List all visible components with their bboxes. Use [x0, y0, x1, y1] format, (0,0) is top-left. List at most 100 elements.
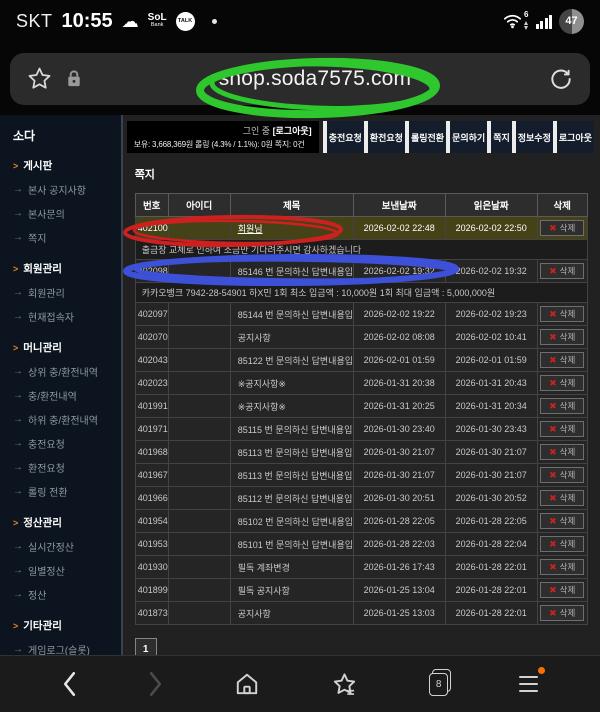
- tabs-icon[interactable]: 8: [429, 673, 448, 696]
- message-title-link[interactable]: 회원님: [238, 224, 263, 234]
- bookmark-star-icon[interactable]: [26, 65, 53, 92]
- delete-label: 삭제: [560, 354, 576, 366]
- delete-x-icon: ✖: [549, 609, 557, 618]
- delete-button[interactable]: ✖삭제: [540, 421, 584, 437]
- sidebar-item[interactable]: →현재접속자: [13, 309, 117, 324]
- header-button-충전요청[interactable]: 충전요청: [327, 121, 364, 153]
- delete-x-icon: ✖: [549, 402, 557, 411]
- header-button-로그아웃[interactable]: 로그아웃: [557, 121, 594, 153]
- carrier-label: SKT: [16, 11, 53, 32]
- cell-userid: [168, 372, 230, 395]
- lock-icon[interactable]: [66, 69, 82, 88]
- delete-button[interactable]: ✖삭제: [540, 490, 584, 506]
- url-text[interactable]: shop.soda7575.com: [82, 67, 548, 91]
- sidebar-section-title[interactable]: >머니관리: [13, 340, 117, 355]
- sidebar-item-label: 본사 공지사항: [28, 182, 86, 197]
- delete-button[interactable]: ✖삭제: [540, 352, 584, 368]
- sidebar-section: >정산관리 →실시간정산 →일별정산 →정산: [13, 515, 117, 602]
- delete-button[interactable]: ✖삭제: [540, 444, 584, 460]
- browser-bottom-nav: 8: [0, 655, 600, 712]
- sidebar-item[interactable]: →쪽지: [13, 230, 117, 245]
- sidebar-item[interactable]: →실시간정산: [13, 539, 117, 554]
- sidebar-item[interactable]: →상위 충/환전내역: [13, 364, 117, 379]
- message-row: 401930필독 계좌변경2026-01-26 17:432026-01-28 …: [135, 556, 587, 579]
- sidebar-item[interactable]: →회원관리: [13, 285, 117, 300]
- cell-read-date: 2026-01-30 21:07: [445, 464, 537, 487]
- message-row: 40197185115 번 문의하신 답변내용입니다.2026-01-30 23…: [135, 418, 587, 441]
- delete-button[interactable]: ✖삭제: [540, 220, 584, 236]
- sidebar-item[interactable]: →충/환전내역: [13, 388, 117, 403]
- header-button-쪽지[interactable]: 쪽지: [491, 121, 512, 153]
- delete-button[interactable]: ✖삭제: [540, 605, 584, 621]
- forward-icon[interactable]: [148, 671, 163, 697]
- home-icon[interactable]: [234, 671, 260, 697]
- message-row: 402100회원님2026-02-02 22:482026-02-02 22:5…: [135, 217, 587, 240]
- delete-button[interactable]: ✖삭제: [540, 513, 584, 529]
- delete-button[interactable]: ✖삭제: [540, 467, 584, 483]
- sidebar-item[interactable]: →충전요청: [13, 436, 117, 451]
- delete-x-icon: ✖: [549, 310, 557, 319]
- cell-delete: ✖삭제: [537, 260, 587, 283]
- sidebar-item[interactable]: →일별정산: [13, 563, 117, 578]
- sidebar-section-title[interactable]: >정산관리: [13, 515, 117, 530]
- header-button-문의하기[interactable]: 문의하기: [450, 121, 487, 153]
- user-info-box: 그인 중 [로그아웃] 보유: 3,668,369원 롤링 (4.3% / 1.…: [127, 121, 319, 153]
- cell-delete: ✖삭제: [537, 395, 587, 418]
- delete-label: 삭제: [560, 492, 576, 504]
- sidebar-item[interactable]: →본사 공지사항: [13, 182, 117, 197]
- delete-button[interactable]: ✖삭제: [540, 329, 584, 345]
- cell-userid: [168, 602, 230, 625]
- sidebar-section-label: 머니관리: [23, 340, 62, 355]
- sidebar-item[interactable]: →정산: [13, 587, 117, 602]
- sidebar-item-label: 정산: [28, 587, 46, 602]
- delete-button[interactable]: ✖삭제: [540, 263, 584, 279]
- cell-userid: [168, 349, 230, 372]
- delete-button[interactable]: ✖삭제: [540, 536, 584, 552]
- message-row: 40209885146 번 문의하신 답변내용입니다.2026-02-02 19…: [135, 260, 587, 283]
- delete-x-icon: ✖: [549, 586, 557, 595]
- cell-read-date: 2026-01-28 22:04: [445, 533, 537, 556]
- sidebar-section-title[interactable]: >회원관리: [13, 261, 117, 276]
- cell-title: 필독 계좌변경: [230, 556, 353, 579]
- delete-x-icon: ✖: [549, 267, 557, 276]
- cell-sent-date: 2026-02-02 08:08: [353, 326, 445, 349]
- delete-button[interactable]: ✖삭제: [540, 306, 584, 322]
- menu-icon[interactable]: [519, 676, 538, 692]
- sidebar-item-label: 본사문의: [28, 206, 65, 221]
- delete-x-icon: ✖: [549, 425, 557, 434]
- cell-number: 401991: [135, 395, 168, 418]
- header-button-정보수정[interactable]: 정보수정: [516, 121, 553, 153]
- message-title: 공지사항: [238, 333, 271, 343]
- page-title: 쪽지: [135, 166, 594, 182]
- chevron-right-icon: >: [13, 518, 18, 528]
- sidebar-item-label: 충/환전내역: [28, 388, 77, 403]
- sidebar-item[interactable]: →환전요청: [13, 460, 117, 475]
- sidebar-item-label: 환전요청: [28, 460, 65, 475]
- sidebar-section-title[interactable]: >게시판: [13, 158, 117, 173]
- cell-sent-date: 2026-01-28 22:03: [353, 533, 445, 556]
- sidebar-item[interactable]: →본사문의: [13, 206, 117, 221]
- cell-userid: [168, 395, 230, 418]
- delete-x-icon: ✖: [549, 494, 557, 503]
- login-status-label: 그인 중: [243, 126, 270, 136]
- sidebar-section-title[interactable]: >기타관리: [13, 618, 117, 633]
- sidebar-item-label: 충전요청: [28, 436, 65, 451]
- delete-button[interactable]: ✖삭제: [540, 559, 584, 575]
- sidebar-item[interactable]: →롤링 전환: [13, 484, 117, 499]
- header-button-롤링전환[interactable]: 롤링전환: [409, 121, 446, 153]
- message-title: 85102 번 문의하신 답변내용입니다.: [238, 517, 354, 527]
- webpage-viewport: 소다 >게시판→본사 공지사항→본사문의→쪽지>회원관리→회원관리→현재접속자>…: [0, 115, 600, 655]
- back-icon[interactable]: [62, 671, 77, 697]
- cell-read-date: 2026-01-28 22:01: [445, 602, 537, 625]
- cell-read-date: 2026-01-31 20:43: [445, 372, 537, 395]
- chevron-right-icon: >: [13, 264, 18, 274]
- header-button-환전요청[interactable]: 환전요청: [368, 121, 405, 153]
- delete-button[interactable]: ✖삭제: [540, 582, 584, 598]
- logout-link[interactable]: [로그아웃]: [273, 126, 312, 136]
- bookmarks-star-icon[interactable]: [331, 671, 358, 698]
- refresh-icon[interactable]: [548, 66, 574, 92]
- delete-button[interactable]: ✖삭제: [540, 375, 584, 391]
- sidebar-item-label: 현재접속자: [28, 309, 74, 324]
- delete-button[interactable]: ✖삭제: [540, 398, 584, 414]
- sidebar-item[interactable]: →하위 충/환전내역: [13, 412, 117, 427]
